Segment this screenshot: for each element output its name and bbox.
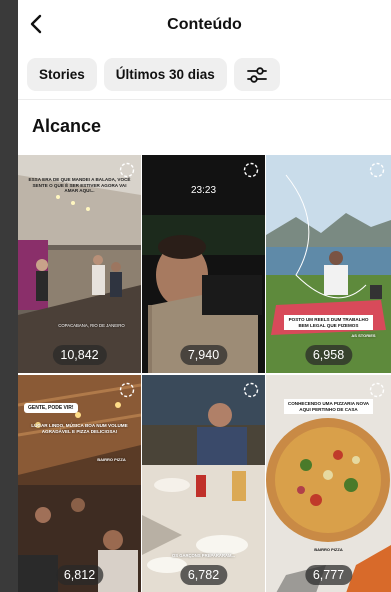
story-time-sticker: 23:23 [190,185,217,196]
story-caption: Os garçons prepararam... [172,553,235,558]
reach-count: 6,782 [179,565,228,585]
story-tag: As stories [351,333,376,338]
story-caption: Conhecendo uma pizzaria nova aqui pertin… [284,399,373,415]
chevron-left-icon [30,14,42,34]
reel-icon [243,162,259,178]
reel-icon [119,382,135,398]
story-caption: Lugar lindo, música boa num volume agrad… [31,423,128,434]
story-caption: Essa era de que mandei a balada, você se… [28,177,131,194]
reach-count: 10,842 [52,345,107,365]
reach-count: 6,812 [55,565,104,585]
story-tile[interactable]: Essa era de que mandei a balada, você se… [18,155,141,373]
story-tile[interactable]: Posto um reels dum trabalho bem legal qu… [266,155,391,373]
story-tile[interactable]: Os garçons prepararam... 6,782 [142,375,265,592]
story-tile[interactable]: Conhecendo uma pizzaria nova aqui pertin… [266,375,391,592]
sliders-icon [246,66,267,83]
reel-icon [243,382,259,398]
reel-icon [369,382,385,398]
page-title: Conteúdo [167,16,242,33]
reel-icon [369,162,385,178]
story-sticker: Gente, pode vir! [24,403,78,413]
story-tag: Bairro pizza [314,547,343,552]
story-tile[interactable]: 23:23 7,940 [142,155,265,373]
story-caption: Posto um reels dum trabalho bem legal qu… [284,315,373,331]
story-thumbnail [266,155,391,373]
story-location: Copacabana, Rio de Janeiro [58,323,125,328]
story-thumbnail [142,375,265,592]
reach-count: 7,940 [179,345,228,365]
reach-count: 6,958 [304,345,353,365]
reel-icon [119,162,135,178]
filter-settings-button[interactable] [233,58,280,91]
filter-bar: Stories Últimos 30 dias [18,50,391,100]
filter-period-chip[interactable]: Últimos 30 dias [103,58,227,91]
filter-stories-chip[interactable]: Stories [27,58,97,91]
reach-count: 6,777 [304,565,353,585]
content-screen: Conteúdo Stories Últimos 30 dias Alcance [18,0,391,592]
back-button[interactable] [22,10,50,38]
top-bar: Conteúdo [18,0,391,50]
story-tag: Bairro pizza [97,457,126,462]
section-title: Alcance [32,115,102,136]
story-tile[interactable]: Gente, pode vir! Lugar lindo, música boa… [18,375,141,592]
stories-grid: Essa era de que mandei a balada, você se… [18,155,391,592]
